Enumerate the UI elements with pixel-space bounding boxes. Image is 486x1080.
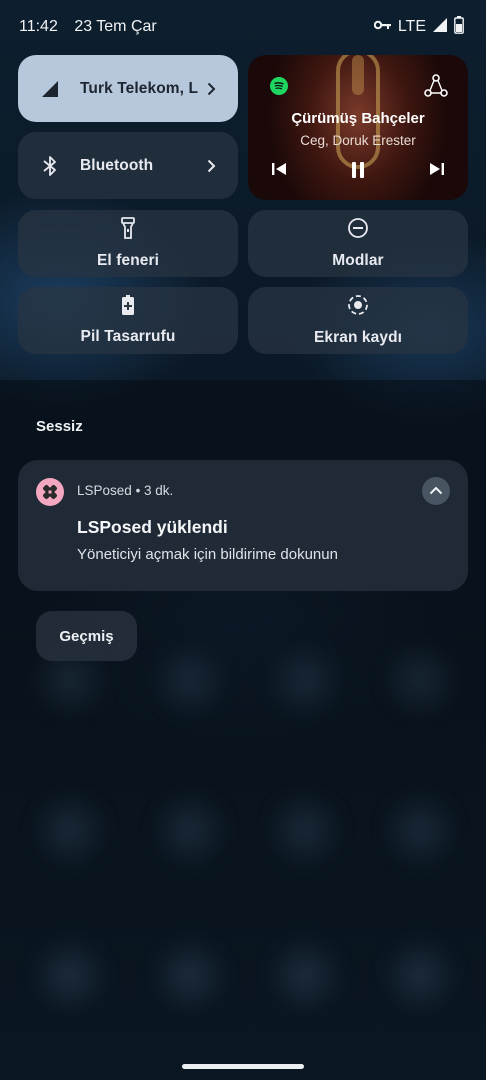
notification-title: LSPosed yüklendi [77,517,228,537]
pause-icon[interactable] [349,161,367,184]
vpn-key-icon [373,18,392,36]
next-track-icon[interactable] [429,161,445,182]
collapse-button[interactable] [422,477,450,505]
date: 23 Tem Çar [74,18,157,35]
tile-label: Ekran kaydı [313,329,403,346]
tile-flashlight[interactable]: El feneri [18,210,238,277]
tile-screen-record[interactable]: Ekran kaydı [248,287,468,354]
flashlight-icon [121,217,135,244]
tile-modes[interactable]: Modlar [248,210,468,277]
previous-track-icon[interactable] [271,161,287,182]
bluetooth-icon [38,154,62,178]
battery-icon [454,15,464,39]
tile-label: Turk Telekom, L [80,79,199,97]
clock: 11:42 [19,18,58,35]
signal-icon [38,77,62,101]
notification-card[interactable]: LSPosed • 3 dk. LSPosed yüklendi Yönetic… [18,460,468,591]
cast-icon[interactable] [424,74,448,103]
media-title: Çürümüş Bahçeler [291,110,425,127]
chevron-right-icon [204,159,218,173]
tile-label: El feneri [96,252,160,269]
status-bar: 11:42 23 Tem Çar LTE [0,0,486,54]
tile-label: Modlar [332,252,384,269]
section-silent-label: Sessiz [36,418,83,435]
tile-mobile-data[interactable]: Turk Telekom, L [18,55,238,122]
screen-record-icon [347,294,369,321]
notification-app-name: LSPosed [77,483,132,498]
media-player[interactable]: Çürümüş Bahçeler Ceg, Doruk Erester [248,55,468,200]
chevron-up-icon [429,482,443,500]
minus-circle-icon [347,217,369,244]
home-gesture-bar[interactable] [182,1064,304,1069]
media-artist: Ceg, Doruk Erester [300,133,416,148]
chevron-right-icon [204,82,218,96]
spotify-icon [270,77,288,100]
battery-saver-icon [122,295,134,320]
network-type: LTE [397,18,426,35]
tile-battery-saver[interactable]: Pil Tasarrufu [18,287,238,354]
notification-body: Yöneticiyi açmak için bildirime dokunun [77,546,338,563]
tile-bluetooth[interactable]: Bluetooth [18,132,238,199]
history-button[interactable]: Geçmiş [36,611,137,661]
lsposed-app-icon [36,478,64,506]
notification-time: • 3 dk. [135,483,174,498]
cell-signal-icon [432,17,448,38]
tile-label: Bluetooth [80,156,154,174]
tile-label: Pil Tasarrufu [80,328,176,345]
